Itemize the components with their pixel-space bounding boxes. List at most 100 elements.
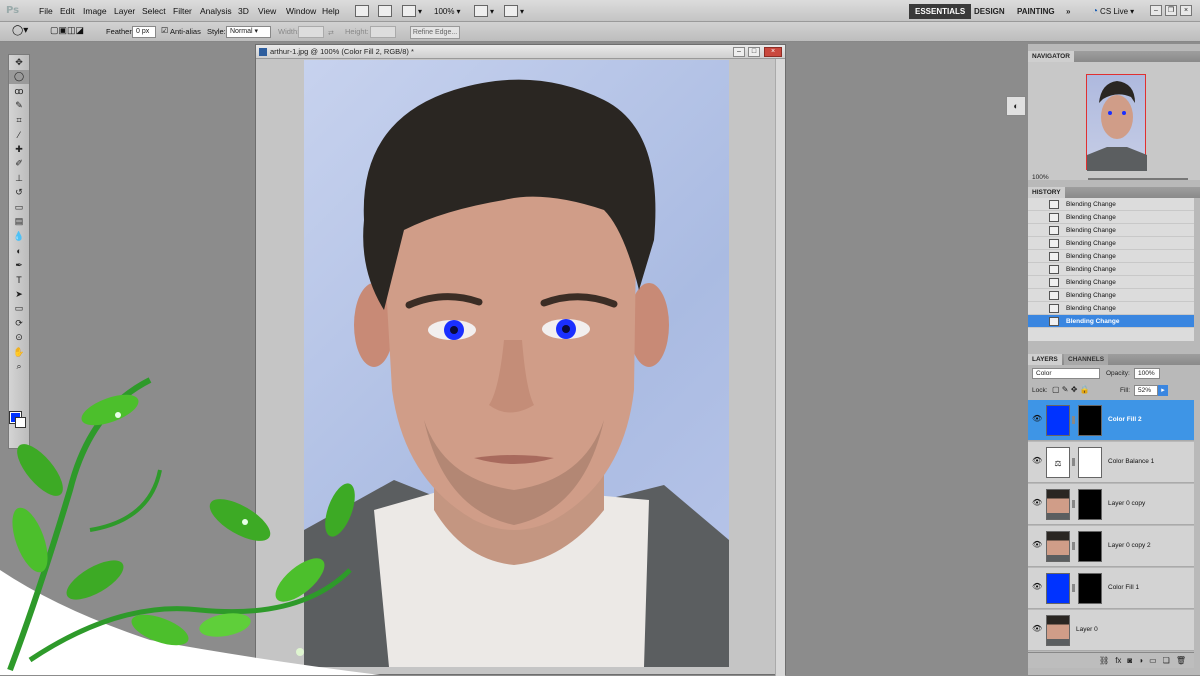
style-select[interactable]: Normal ▾ — [226, 26, 271, 38]
link-layers-icon[interactable]: ⛓ — [1099, 656, 1109, 665]
restore-button[interactable]: ❐ — [1165, 5, 1177, 16]
antialias-checkbox[interactable]: ☑ — [161, 26, 168, 35]
add-mask-icon[interactable]: ◙ — [1127, 656, 1132, 665]
feather-input[interactable]: 0 px — [132, 26, 156, 38]
dodge-tool-icon[interactable]: ◐ — [9, 244, 29, 259]
type-tool-icon[interactable]: T — [9, 273, 29, 288]
menu-analysis[interactable]: Analysis — [200, 6, 232, 16]
screen-mode-button[interactable]: ▾ — [504, 4, 524, 18]
navigator-thumbnail[interactable] — [1086, 74, 1147, 171]
history-item[interactable]: Blending Change — [1028, 198, 1194, 211]
visibility-eye-icon[interactable]: 👁 — [1032, 457, 1042, 465]
blend-mode-select[interactable]: Color — [1032, 368, 1100, 379]
navigator-zoom-slider[interactable] — [1088, 178, 1188, 180]
refine-edge-button[interactable]: Refine Edge... — [410, 26, 460, 39]
new-group-icon[interactable]: ▭ — [1149, 656, 1157, 665]
3d-rotate-tool-icon[interactable]: ⟳ — [9, 316, 29, 331]
lock-icons[interactable]: ▢ ✎ ✥ 🔒 — [1052, 385, 1090, 394]
minibridge-button[interactable] — [378, 4, 392, 18]
quick-selection-tool-icon[interactable]: ✎ — [9, 99, 29, 114]
3d-orbit-tool-icon[interactable]: ⊙ — [9, 331, 29, 346]
layer-mask-thumbnail[interactable] — [1078, 531, 1102, 562]
layer-row[interactable]: 👁 Layer 0 — [1028, 610, 1194, 651]
menu-image[interactable]: Image — [83, 6, 107, 16]
selection-mode-icons[interactable]: ▢▣◫◪ — [50, 25, 84, 36]
history-item[interactable]: Blending Change — [1028, 250, 1194, 263]
layer-mask-thumbnail[interactable] — [1078, 489, 1102, 520]
visibility-eye-icon[interactable]: 👁 — [1032, 583, 1042, 591]
eraser-tool-icon[interactable]: ▭ — [9, 200, 29, 215]
fill-input[interactable]: 52% — [1134, 385, 1158, 396]
history-item[interactable]: Blending Change — [1028, 302, 1194, 315]
history-brush-tool-icon[interactable]: ↺ — [9, 186, 29, 201]
layer-mask-thumbnail[interactable] — [1078, 447, 1102, 478]
history-item[interactable]: Blending Change — [1028, 224, 1194, 237]
visibility-eye-icon[interactable]: 👁 — [1032, 625, 1042, 633]
history-item-selected[interactable]: Blending Change — [1028, 315, 1194, 328]
pen-tool-icon[interactable]: ✒ — [9, 258, 29, 273]
layer-row[interactable]: 👁 ⚖ Color Balance 1 — [1028, 442, 1194, 483]
layer-row[interactable]: 👁 Color Fill 1 — [1028, 568, 1194, 609]
tab-layers[interactable]: LAYERS — [1028, 354, 1062, 365]
minimize-button[interactable]: – — [1150, 5, 1162, 16]
elliptical-marquee-tool-icon[interactable]: ◯ — [9, 69, 29, 84]
blur-tool-icon[interactable]: 💧 — [9, 229, 29, 244]
vertical-scrollbar[interactable] — [775, 59, 785, 676]
path-selection-tool-icon[interactable]: ➤ — [9, 287, 29, 302]
tab-navigator[interactable]: NAVIGATOR — [1028, 51, 1074, 62]
menu-layer[interactable]: Layer — [114, 6, 135, 16]
menu-filter[interactable]: Filter — [173, 6, 192, 16]
workspace-design[interactable]: DESIGN — [968, 4, 1011, 19]
collapsed-panel-icon[interactable]: ◐ — [1006, 96, 1026, 116]
doc-close-button[interactable]: × — [764, 47, 782, 57]
brush-tool-icon[interactable]: ✐ — [9, 157, 29, 172]
doc-minimize-button[interactable]: – — [733, 47, 745, 57]
opacity-input[interactable]: 100% — [1134, 368, 1160, 379]
new-layer-icon[interactable]: ❏ — [1163, 656, 1170, 665]
bridge-button[interactable] — [355, 4, 369, 18]
menu-help[interactable]: Help — [322, 6, 339, 16]
visibility-eye-icon[interactable]: 👁 — [1032, 415, 1042, 423]
arrange-documents-button[interactable]: ▾ — [474, 4, 494, 18]
visibility-eye-icon[interactable]: 👁 — [1032, 541, 1042, 549]
tab-channels[interactable]: CHANNELS — [1064, 354, 1109, 365]
menu-window[interactable]: Window — [286, 6, 316, 16]
clone-stamp-tool-icon[interactable]: ⊥ — [9, 171, 29, 186]
layer-row[interactable]: 👁 Layer 0 copy 2 — [1028, 526, 1194, 567]
document-tab[interactable]: arthur-1.jpg @ 100% (Color Fill 2, RGB/8… — [256, 45, 785, 59]
move-tool-icon[interactable]: ✥ — [9, 55, 29, 70]
history-item[interactable]: Blending Change — [1028, 211, 1194, 224]
menu-3d[interactable]: 3D — [238, 6, 249, 16]
gradient-tool-icon[interactable]: ▤ — [9, 215, 29, 230]
history-item[interactable]: Blending Change — [1028, 276, 1194, 289]
lasso-tool-icon[interactable]: ꝏ — [9, 84, 29, 99]
layer-mask-thumbnail[interactable] — [1078, 573, 1102, 604]
workspace-painting[interactable]: PAINTING — [1011, 4, 1061, 19]
crop-tool-icon[interactable]: ⌗ — [9, 113, 29, 128]
layer-mask-thumbnail[interactable] — [1078, 405, 1102, 436]
zoom-level-select[interactable]: 100% ▾ — [434, 4, 460, 18]
workspace-essentials[interactable]: ESSENTIALS — [909, 4, 972, 19]
close-app-button[interactable]: × — [1180, 5, 1192, 16]
history-item[interactable]: Blending Change — [1028, 263, 1194, 276]
spot-healing-tool-icon[interactable]: ✚ — [9, 142, 29, 157]
hand-tool-icon[interactable]: ✋ — [9, 345, 29, 360]
fx-icon[interactable]: fx — [1115, 656, 1121, 665]
menu-file[interactable]: File — [39, 6, 53, 16]
visibility-eye-icon[interactable]: 👁 — [1032, 499, 1042, 507]
history-item[interactable]: Blending Change — [1028, 289, 1194, 302]
layer-row[interactable]: 👁 Layer 0 copy — [1028, 484, 1194, 525]
menu-select[interactable]: Select — [142, 6, 166, 16]
shape-tool-icon[interactable]: ▭ — [9, 302, 29, 317]
eyedropper-tool-icon[interactable]: ⁄ — [9, 128, 29, 143]
trash-icon[interactable]: 🗑 — [1176, 656, 1186, 665]
cs-live-button[interactable]: ◔ CS Live ▾ — [1092, 4, 1134, 18]
layer-row[interactable]: 👁 Color Fill 2 — [1028, 400, 1194, 441]
menu-view[interactable]: View — [258, 6, 276, 16]
tab-history[interactable]: HISTORY — [1028, 187, 1065, 198]
menu-edit[interactable]: Edit — [60, 6, 75, 16]
doc-maximize-button[interactable]: □ — [748, 47, 760, 57]
adjustment-layer-icon[interactable]: ◑ — [1138, 656, 1143, 665]
more-workspaces-button[interactable]: » — [1060, 4, 1076, 19]
fill-slider-toggle[interactable]: ▸ — [1158, 385, 1168, 396]
